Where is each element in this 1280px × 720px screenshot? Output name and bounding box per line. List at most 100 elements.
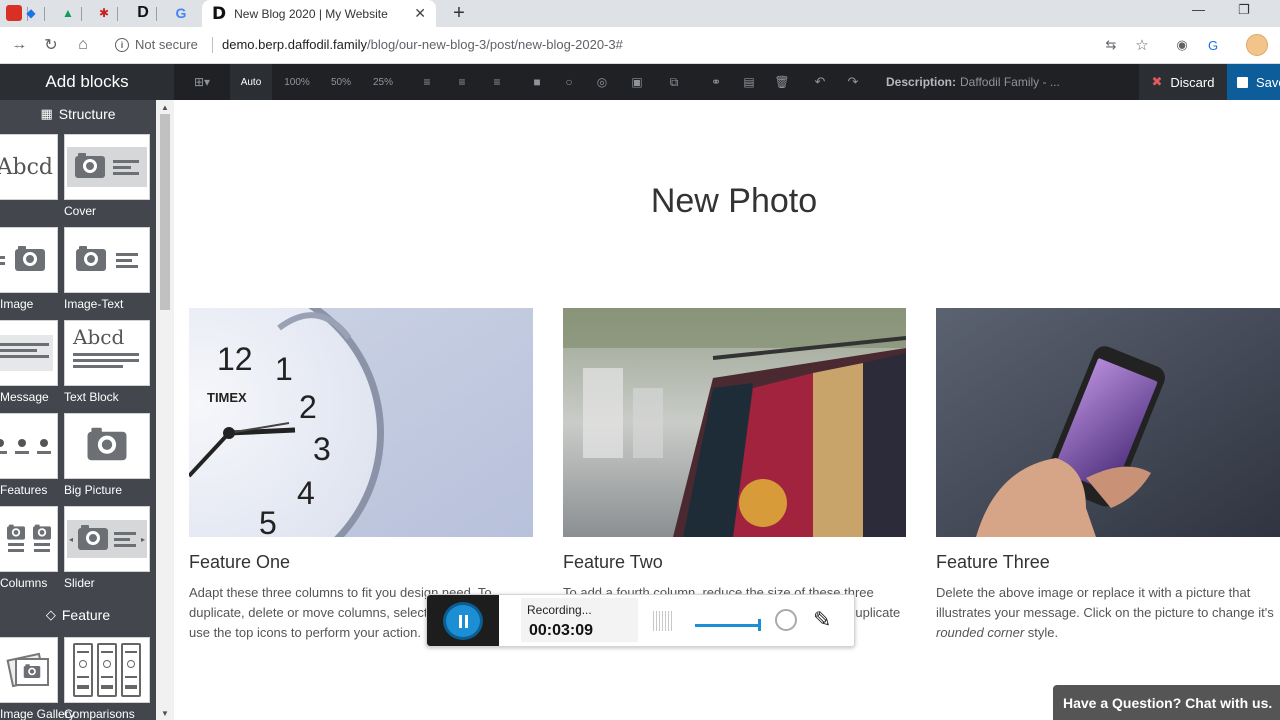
redo-icon[interactable]: ↷ [842,64,864,100]
size-100-button[interactable]: 100% [276,64,318,100]
camera-icon [33,524,51,540]
section-feature: ◇ Feature [0,602,156,628]
block-thumb [0,506,58,572]
block-slider[interactable]: ◂ ▸ Slider [64,506,150,590]
link-icon[interactable]: ⚭ [705,64,727,100]
google-translate-icon[interactable]: G [1204,36,1222,54]
block-features[interactable]: Features [0,413,58,497]
scroll-up-icon[interactable]: ▲ [156,100,174,114]
security-indicator[interactable]: i Not secure [115,37,198,52]
scroll-down-icon[interactable]: ▼ [156,706,174,720]
align-left-icon[interactable]: ≡ [416,64,438,100]
block-thumb [64,134,150,200]
feature-image-phone[interactable] [936,308,1280,537]
editor-toolbar: ⊞▾ Auto 100% 50% 25% ≡ ≡ ≡ ■ ○ ◎ ▣ ⧉ ⚭ ▤… [174,64,1280,100]
restore-icon[interactable]: ❐ [1238,2,1250,18]
address-bar: ← → ↻ ⌂ i Not secure demo.berp.daffodil.… [0,27,1280,64]
block-columns[interactable]: Columns [0,506,58,590]
feature-title[interactable]: Feature Two [563,552,906,573]
pinned-tab-4[interactable]: ✱ [90,3,118,23]
blocks-sidebar: ▦ Structure Abcd Cover Image Image-Text … [0,100,174,720]
replace-image-icon[interactable]: ▤ [738,64,760,100]
description-field[interactable]: Description: Daffodil Family - ... [886,64,1060,100]
feature-image-clothes-rack[interactable] [563,308,906,537]
url-field[interactable]: demo.berp.daffodil.family/blog/our-new-b… [222,37,623,52]
new-tab-button[interactable]: + [447,2,471,24]
block-label: Message [0,390,49,404]
svg-text:TIMEX: TIMEX [207,390,247,405]
shape-circle-icon[interactable]: ○ [558,64,580,100]
block-cover[interactable]: Cover [64,134,150,218]
save-button[interactable]: Save [1227,64,1280,100]
page-title[interactable]: New Photo [174,182,1280,221]
block-text-image[interactable]: Abcd [0,134,58,200]
block-image[interactable]: Image [0,227,58,311]
pinned-tab-5[interactable]: D [129,3,157,23]
feature-description[interactable]: Delete the above image or replace it wit… [936,583,1280,643]
block-thumb-text: Abcd [73,325,125,349]
d-favicon-icon: D [212,3,227,24]
pinned-tab-3[interactable]: ▲ [54,3,82,23]
profile-avatar[interactable] [1246,34,1268,56]
align-center-icon[interactable]: ≡ [451,64,473,100]
size-25-button[interactable]: 25% [362,64,404,100]
feature-column-2[interactable]: Feature Two To add a fourth column, redu… [563,308,906,643]
pencil-icon[interactable]: ✎ [813,607,831,633]
block-label: Big Picture [64,483,123,497]
size-50-button[interactable]: 50% [320,64,362,100]
block-thumb [0,227,58,293]
red-logo-icon: ✱ [98,6,110,20]
pause-button[interactable] [443,602,483,640]
translate-icon[interactable]: ⇆ [1102,36,1120,54]
block-message[interactable]: Message [0,320,58,404]
url-host: demo.berp.daffodil.family [222,37,368,52]
block-image-gallery[interactable]: Image Gallery [0,637,75,720]
forward-arrow-icon[interactable]: → [9,35,29,55]
feature-column-1[interactable]: 12 1 2 3 4 5 TIMEX Feature One Adapt the… [189,308,533,643]
discard-button[interactable]: ✖ Discard [1139,64,1227,100]
feature-title[interactable]: Feature Three [936,552,1280,573]
image-icon[interactable]: ▣ [626,64,648,100]
block-thumb [64,413,150,479]
volume-slider-handle[interactable] [758,619,761,631]
description-value: Daffodil Family - ... [960,75,1060,89]
home-icon[interactable]: ⌂ [73,35,93,55]
minimize-icon[interactable]: — [1192,2,1205,17]
chat-widget-button[interactable]: Have a Question? Chat with us. [1053,685,1280,720]
block-comparisons[interactable]: Comparisons [64,637,150,720]
feature-description-text: Delete the above image or replace it wit… [936,585,1274,620]
pinned-tab-6[interactable]: G [167,3,195,23]
sidebar-scrollbar-thumb[interactable] [160,114,170,310]
shape-square-icon[interactable]: ■ [526,64,548,100]
block-thumb [0,637,58,703]
feature-title[interactable]: Feature One [189,552,533,573]
pinned-tab-2[interactable]: ◆ [17,3,45,23]
image-crop-icon[interactable]: ⧉ [663,64,685,100]
trash-icon[interactable]: 🗑 [771,64,793,100]
volume-slider[interactable] [695,624,761,627]
layout-dropdown-icon[interactable]: ⊞▾ [184,64,220,100]
size-auto-button[interactable]: Auto [230,64,272,100]
block-image-text[interactable]: Image-Text [64,227,150,311]
camera-icon [75,153,105,178]
discard-label: Discard [1170,74,1215,90]
tab-close-icon[interactable]: ✕ [414,5,426,22]
block-label: Image [0,297,34,311]
undo-icon[interactable]: ↶ [809,64,831,100]
screen-recorder-widget: Recording... 00:03:09 ✎ [426,594,855,647]
reload-icon[interactable]: ↻ [41,35,61,55]
block-label: Text Block [64,390,119,404]
block-thumb: Abcd [64,320,150,386]
active-tab[interactable]: D New Blog 2020 | My Website ✕ [202,0,436,27]
extension-m-icon[interactable]: ◉ [1173,36,1191,54]
block-thumb [0,320,58,386]
block-big-picture[interactable]: Big Picture [64,413,150,497]
align-right-icon[interactable]: ≡ [486,64,508,100]
camera-icon [15,246,45,271]
webcam-icon[interactable] [775,609,797,631]
shape-rounded-icon[interactable]: ◎ [591,64,613,100]
feature-column-3[interactable]: Feature Three Delete the above image or … [936,308,1280,643]
feature-image-clock[interactable]: 12 1 2 3 4 5 TIMEX [189,308,533,537]
block-text-block[interactable]: Abcd Text Block [64,320,150,404]
bookmark-star-icon[interactable]: ☆ [1133,36,1151,54]
